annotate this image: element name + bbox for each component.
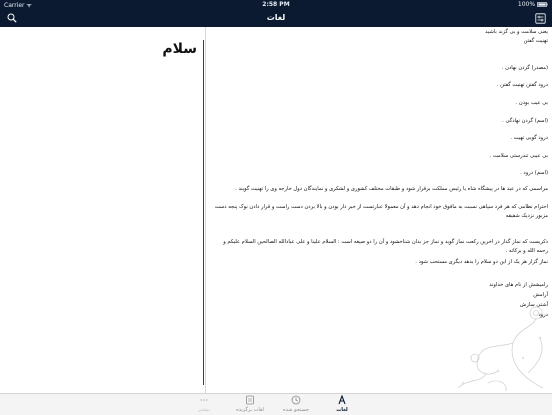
navigation-bar: لغات — [0, 10, 552, 27]
tab-history[interactable]: جستجو شده — [273, 395, 319, 414]
closing-line: آشتی سازش — [519, 302, 548, 308]
closing-line: رامیشش از نام های خداوند — [489, 282, 548, 288]
settings-icon[interactable] — [535, 13, 546, 24]
tab-favorites[interactable]: لغات برگزیده — [227, 395, 273, 414]
closing-line: درود — [538, 312, 548, 318]
definition-paragraph: ذکریست که نماز گذار در اخرین رکعت نماز گ… — [223, 239, 548, 254]
dictionary-icon — [338, 395, 346, 405]
floral-ornament — [457, 306, 544, 392]
favorites-icon — [246, 395, 254, 405]
definition-line: (مصدر) گردن نهادن . — [501, 65, 548, 71]
tab-bar: لغات جستجو شده لغات برگزیده بیشتر — [0, 393, 552, 415]
definition-paragraph: مراسمی که در عید ها در پیشگاه شاه یا رئی… — [235, 186, 548, 192]
tab-label: لغات برگزیده — [236, 407, 264, 413]
panel-divider — [205, 27, 206, 393]
definition-line: (اسم) درود . — [520, 170, 548, 176]
status-time: 2:58 PM — [262, 1, 290, 8]
definition-line: (اسم) گردن نهادگی . — [502, 118, 548, 124]
panel-divider-accent — [203, 40, 204, 385]
more-icon — [200, 399, 208, 401]
battery-icon — [537, 2, 548, 7]
definition-line: درود گویی تهیت . — [510, 135, 548, 141]
tab-label: جستجو شده — [283, 407, 309, 413]
word-panel: سلام — [0, 27, 205, 393]
headword: سلام — [162, 41, 197, 57]
definition-line: یعنی سلامت و بی گزند باشید — [485, 29, 548, 35]
tab-label: بیشتر — [198, 407, 210, 413]
tab-dictionary[interactable]: لغات — [319, 395, 365, 414]
page-title: لغات — [266, 13, 286, 22]
tab-more[interactable]: بیشتر — [181, 395, 227, 414]
definition-line: درود گفتن تهنیت گفتن . — [496, 82, 548, 88]
battery-indicator: 100% — [518, 1, 548, 8]
definition-line: تهنیت گفتن — [523, 38, 548, 44]
closing-line: آرامش — [533, 292, 548, 298]
definition-panel: یعنی سلامت و بی گزند باشید تهنیت گفتن (م… — [208, 27, 548, 393]
definition-paragraph: نماز گزار هر یک از این دو سلام را بدهد د… — [415, 259, 548, 265]
history-icon — [291, 395, 301, 405]
definition-line: بی عیب بودن . — [515, 100, 548, 106]
status-bar: Carrier ᯤ 2:58 PM 100% — [0, 0, 552, 10]
definition-line: بی عیبی تندرستی سلامت . — [489, 153, 548, 159]
definition-paragraph: احترام نظامی که هر فرد سپاهی نسبت به ماف… — [214, 204, 548, 219]
battery-percent: 100% — [517, 1, 536, 8]
tab-label: لغات — [336, 407, 348, 413]
